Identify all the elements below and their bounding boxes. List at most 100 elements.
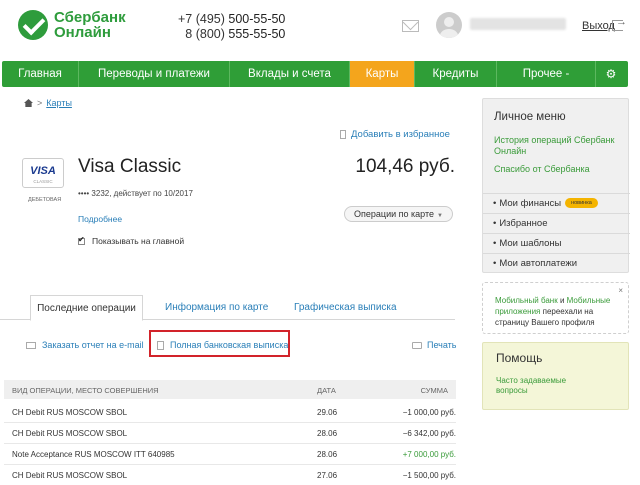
envelope-icon [26,341,36,349]
new-badge: новинка [565,198,598,209]
sberbank-logo[interactable]: Сбербанк Онлайн [18,10,126,40]
breadcrumb-cards[interactable]: Карты [46,98,72,108]
add-to-favorites-link[interactable]: Добавить в избранное [340,129,450,140]
highlight-box [149,330,290,357]
tab-recent-operations[interactable]: Последние операции [30,295,143,321]
help-box: Помощь Часто задаваемые вопросы [482,342,629,410]
bullet-icon: • [493,198,497,209]
nav-item-transfers[interactable]: Переводы и платежи [79,61,230,87]
avatar[interactable] [436,12,462,38]
contact-phones: +7 (495) 500-55-50 8 (800) 555-55-50 [178,12,285,42]
bullet-icon: • [493,238,497,249]
logout-link[interactable]: Выход [582,20,615,32]
logout-icon[interactable] [612,16,627,31]
menu-item-finances[interactable]: • Мои финансы новинка [483,193,630,213]
logo-line1: Сбербанк [54,9,126,26]
operation-amount: −1 500,00 руб. [402,471,456,480]
table-row[interactable]: Note Acceptance RUS MOSCOW ITT 640985 28… [4,444,456,465]
card-tabs: Последние операции Информация по карте Г… [0,295,455,321]
main-nav: Главная Переводы и платежи Вклады и счет… [2,61,628,87]
table-row[interactable]: CH Debit RUS MOSCOW SBOL 27.06 −1 500,00… [4,465,456,485]
card-number-info: •••• 3232, действует по 10/2017 [78,189,193,198]
nav-item-other[interactable]: Прочее - [497,61,596,87]
operation-desc: CH Debit RUS MOSCOW SBOL [12,429,128,438]
email-report-link[interactable]: Заказать отчет на e-mail [26,340,144,350]
print-label: Печать [427,340,457,350]
table-row[interactable]: CH Debit RUS MOSCOW SBOL 28.06 −6 342,00… [4,423,456,444]
close-icon[interactable]: × [618,286,623,295]
operation-amount: −1 000,00 руб. [402,408,456,417]
bullet-icon: • [493,218,497,229]
faq-link[interactable]: Часто задаваемые вопросы [496,376,586,396]
breadcrumb: > Карты [24,98,72,108]
operation-date: 29.06 [317,408,338,417]
tab-card-info[interactable]: Информация по карте [165,295,268,320]
sberbank-logo-icon [18,10,48,40]
card-details-link[interactable]: Подробнее [78,214,122,224]
home-icon[interactable] [24,99,33,107]
username-blurred[interactable] [470,18,566,30]
menu-item-finances-label: Мои финансы [499,198,562,209]
chevron-down-icon: ▼ [437,213,443,219]
operation-desc: CH Debit RUS MOSCOW SBOL [12,408,128,417]
menu-item-templates[interactable]: • Мои шаблоны [483,233,630,253]
add-to-favorites-label: Добавить в избранное [351,129,450,140]
column-header-operation: ВИД ОПЕРАЦИИ, МЕСТО СОВЕРШЕНИЯ [12,386,159,395]
mobile-notice-and: и [557,296,567,305]
card-title: Visa Classic [78,156,182,177]
menu-item-favorites-label: Избранное [499,218,548,229]
show-on-main-label: Показывать на главной [92,236,185,246]
checkbox-checked-icon[interactable] [78,235,85,245]
visa-logo-subtext: CLASSIC [33,179,53,184]
operations-history-link[interactable]: История операций Сбербанк Онлайн [494,135,622,157]
email-report-label: Заказать отчет на e-mail [42,340,144,350]
phone2-number: 555-55-50 [228,27,286,41]
table-row[interactable]: CH Debit RUS MOSCOW SBOL 29.06 −1 000,00… [4,402,456,423]
personal-menu: Личное меню История операций Сбербанк Он… [482,98,630,273]
nav-item-credits[interactable]: Кредиты [415,61,497,87]
card-balance: 104,46 руб. [355,156,455,177]
operation-date: 28.06 [317,450,338,459]
column-header-amount: СУММА [420,386,448,395]
mobile-bank-notice: × Мобильный банк и Мобильные приложения … [482,282,629,334]
printer-icon [412,341,422,349]
operation-desc: CH Debit RUS MOSCOW SBOL [12,471,128,480]
visa-card-logo: VISA CLASSIC [22,158,64,188]
operation-amount: +7 000,00 руб. [402,450,456,459]
visa-logo-text: VISA [30,165,56,177]
menu-item-autopayments[interactable]: • Мои автоплатежи [483,253,630,273]
bookmark-icon [340,130,346,139]
operation-amount: −6 342,00 руб. [402,429,456,438]
sber-thanks-link[interactable]: Спасибо от Сбербанка [494,164,590,175]
show-on-main-checkbox[interactable]: Показывать на главной [78,235,185,246]
breadcrumb-separator: > [37,98,43,108]
operation-date: 28.06 [317,429,338,438]
bullet-icon: • [493,258,497,269]
phone1-prefix: +7 (495) [178,12,225,26]
logo-line2: Онлайн [54,24,111,41]
mobile-bank-link[interactable]: Мобильный банк [495,296,558,305]
card-type-label: ДЕБЕТОВАЯ [28,197,62,203]
operation-date: 27.06 [317,471,338,480]
operation-desc: Note Acceptance RUS MOSCOW ITT 640985 [12,450,175,459]
tab-graphic-statement[interactable]: Графическая выписка [294,295,397,320]
logo-text: Сбербанк Онлайн [54,10,126,40]
phone1-number: 500-55-50 [228,12,286,26]
mobile-notice-text: Мобильный банк и Мобильные приложения пе… [495,295,623,328]
column-header-date: ДАТА [317,386,336,395]
help-title: Помощь [496,351,543,365]
nav-item-cards[interactable]: Карты [350,61,415,87]
menu-item-templates-label: Мои шаблоны [499,238,562,249]
operations-table-header: ВИД ОПЕРАЦИИ, МЕСТО СОВЕРШЕНИЯ ДАТА СУММ… [4,380,456,399]
personal-menu-title: Личное меню [494,111,566,123]
nav-item-deposits[interactable]: Вклады и счета [230,61,350,87]
card-operations-button[interactable]: Операции по карте ▼ [344,206,453,222]
mail-icon[interactable] [402,20,419,32]
menu-item-favorites[interactable]: • Избранное [483,213,630,233]
print-link[interactable]: Печать [412,340,456,350]
card-operations-label: Операции по карте [354,209,434,219]
header: Сбербанк Онлайн +7 (495) 500-55-50 8 (80… [0,0,640,60]
nav-item-home[interactable]: Главная [2,61,79,87]
phone2-prefix: 8 (800) [185,27,225,41]
gear-icon[interactable]: ⚙ [596,61,626,87]
